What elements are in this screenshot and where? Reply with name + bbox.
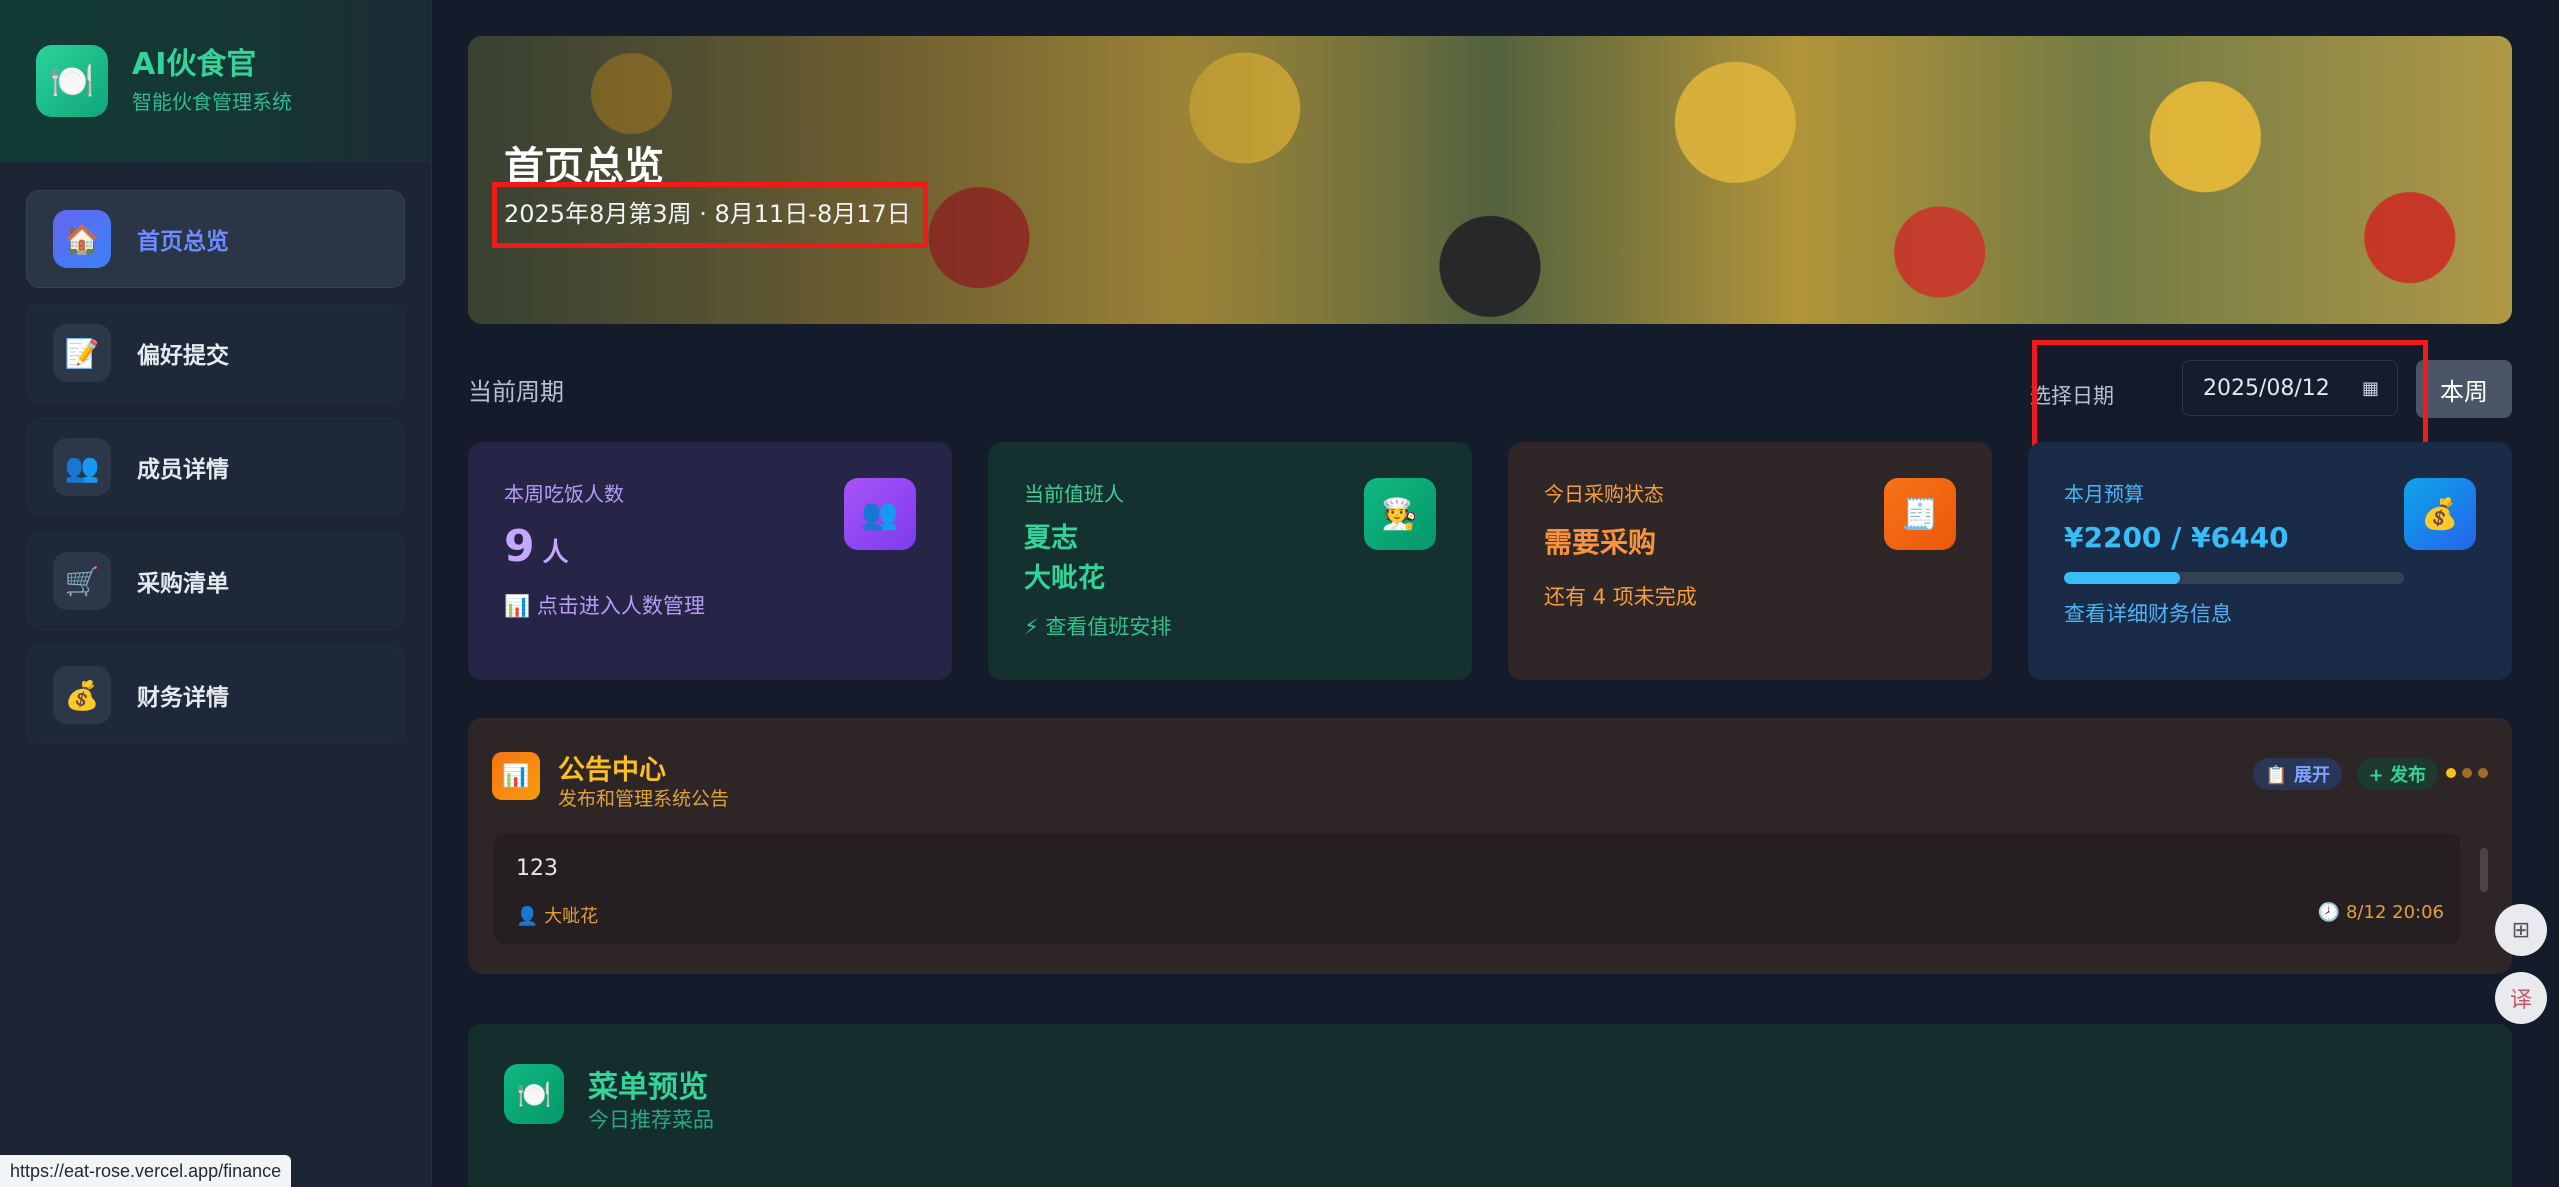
home-icon: 🏠 — [53, 210, 111, 268]
chart-icon: 📊 — [492, 752, 540, 800]
sidebar-item-preferences[interactable]: 📝 偏好提交 — [26, 304, 405, 402]
translate-icon[interactable]: 译 — [2495, 972, 2547, 1024]
menu-preview: 🍽️ 菜单预览 今日推荐菜品 — [468, 1024, 2512, 1187]
notice-time: 🕗 8/12 20:06 — [2317, 902, 2444, 923]
notice-text: 123 — [516, 856, 558, 881]
notice-center: 📊 公告中心 发布和管理系统公告 📋 展开 + 发布 123 👤 大呲花 🕗 8… — [468, 718, 2512, 974]
diners-card[interactable]: 本周吃饭人数 9人 📊 点击进入人数管理 👥 — [468, 442, 952, 680]
scrollbar[interactable] — [2480, 836, 2488, 944]
receipt-icon: 🧾 — [1884, 478, 1956, 550]
budget-progress — [2064, 572, 2404, 584]
diners-link[interactable]: 📊 点击进入人数管理 — [504, 590, 916, 620]
menu-subtitle: 今日推荐菜品 — [588, 1108, 714, 1132]
notice-author: 👤 大呲花 — [516, 906, 599, 927]
plate-icon: 🍽️ — [504, 1064, 564, 1124]
this-week-button[interactable]: 本周 — [2416, 360, 2512, 418]
notice-subtitle: 发布和管理系统公告 — [558, 788, 730, 810]
duty-card[interactable]: 当前值班人 夏志 大呲花 ⚡ 查看值班安排 🧑‍🍳 — [988, 442, 1472, 680]
main-content: 首页总览 2025年8月第3周 · 8月11日-8月17日 当前周期 选择日期 … — [468, 36, 2512, 1187]
menu-title: 菜单预览 — [588, 1070, 708, 1105]
status-url: https://eat-rose.vercel.app/finance — [0, 1155, 292, 1187]
dot — [2478, 768, 2488, 778]
sidebar-item-home[interactable]: 🏠 首页总览 — [26, 190, 405, 288]
brand-title: AI伙食官 — [132, 47, 257, 82]
brand-subtitle: 智能伙食管理系统 — [132, 90, 292, 114]
stat-cards: 本周吃饭人数 9人 📊 点击进入人数管理 👥 当前值班人 夏志 大呲花 ⚡ 查看… — [468, 442, 2512, 680]
money-bag-icon: 💰 — [2404, 478, 2476, 550]
highlight-box — [492, 182, 928, 248]
apps-icon[interactable]: ⊞ — [2495, 904, 2547, 956]
scrollbar-thumb[interactable] — [2480, 848, 2488, 892]
period-label: 当前周期 — [468, 378, 564, 406]
sidebar-item-label: 首页总览 — [137, 229, 229, 255]
finance-link[interactable]: 查看详细财务信息 — [2064, 598, 2476, 628]
notice-item[interactable]: 123 👤 大呲花 🕗 8/12 20:06 — [494, 834, 2460, 944]
sidebar-item-label: 财务详情 — [137, 685, 229, 711]
plate-icon: 🍽️ — [36, 44, 108, 117]
duty-link[interactable]: ⚡ 查看值班安排 — [1024, 611, 1436, 641]
cook-icon: 🧑‍🍳 — [1364, 478, 1436, 550]
budget-progress-fill — [2064, 572, 2180, 584]
money-bag-icon: 💰 — [53, 666, 111, 724]
sidebar-item-label: 采购清单 — [137, 571, 229, 597]
purchase-note: 还有 4 项未完成 — [1544, 585, 1697, 609]
memo-icon: 📝 — [53, 324, 111, 382]
brand-header: 🍽️ AI伙食官 智能伙食管理系统 — [0, 0, 431, 162]
dot — [2446, 768, 2456, 778]
people-icon: 👥 — [53, 438, 111, 496]
sidebar: 🍽️ AI伙食官 智能伙食管理系统 🏠 首页总览 📝 偏好提交 👥 成员详情 🛒… — [0, 0, 432, 1187]
sidebar-item-label: 偏好提交 — [137, 343, 229, 369]
highlight-box — [2032, 340, 2428, 452]
sidebar-item-finance[interactable]: 💰 财务详情 — [26, 646, 405, 744]
people-icon: 👥 — [844, 478, 916, 550]
sidebar-item-shopping[interactable]: 🛒 采购清单 — [26, 532, 405, 630]
sidebar-item-members[interactable]: 👥 成员详情 — [26, 418, 405, 516]
notice-title: 公告中心 — [558, 755, 666, 786]
sidebar-nav: 🏠 首页总览 📝 偏好提交 👥 成员详情 🛒 采购清单 💰 财务详情 — [0, 162, 431, 744]
cart-icon: 🛒 — [53, 552, 111, 610]
sidebar-item-label: 成员详情 — [137, 457, 229, 483]
budget-card[interactable]: 本月预算 ¥2200 / ¥6440 查看详细财务信息 💰 — [2028, 442, 2512, 680]
hero-banner: 首页总览 2025年8月第3周 · 8月11日-8月17日 — [468, 36, 2512, 324]
purchase-card[interactable]: 今日采购状态 需要采购 还有 4 项未完成 🧾 — [1508, 442, 1992, 680]
status-dots — [2446, 768, 2488, 778]
dot — [2462, 768, 2472, 778]
period-row: 当前周期 选择日期 2025/08/12 ▦ 本周 — [468, 336, 2512, 452]
expand-button[interactable]: 📋 展开 — [2253, 758, 2342, 790]
publish-button[interactable]: + 发布 — [2356, 758, 2438, 790]
